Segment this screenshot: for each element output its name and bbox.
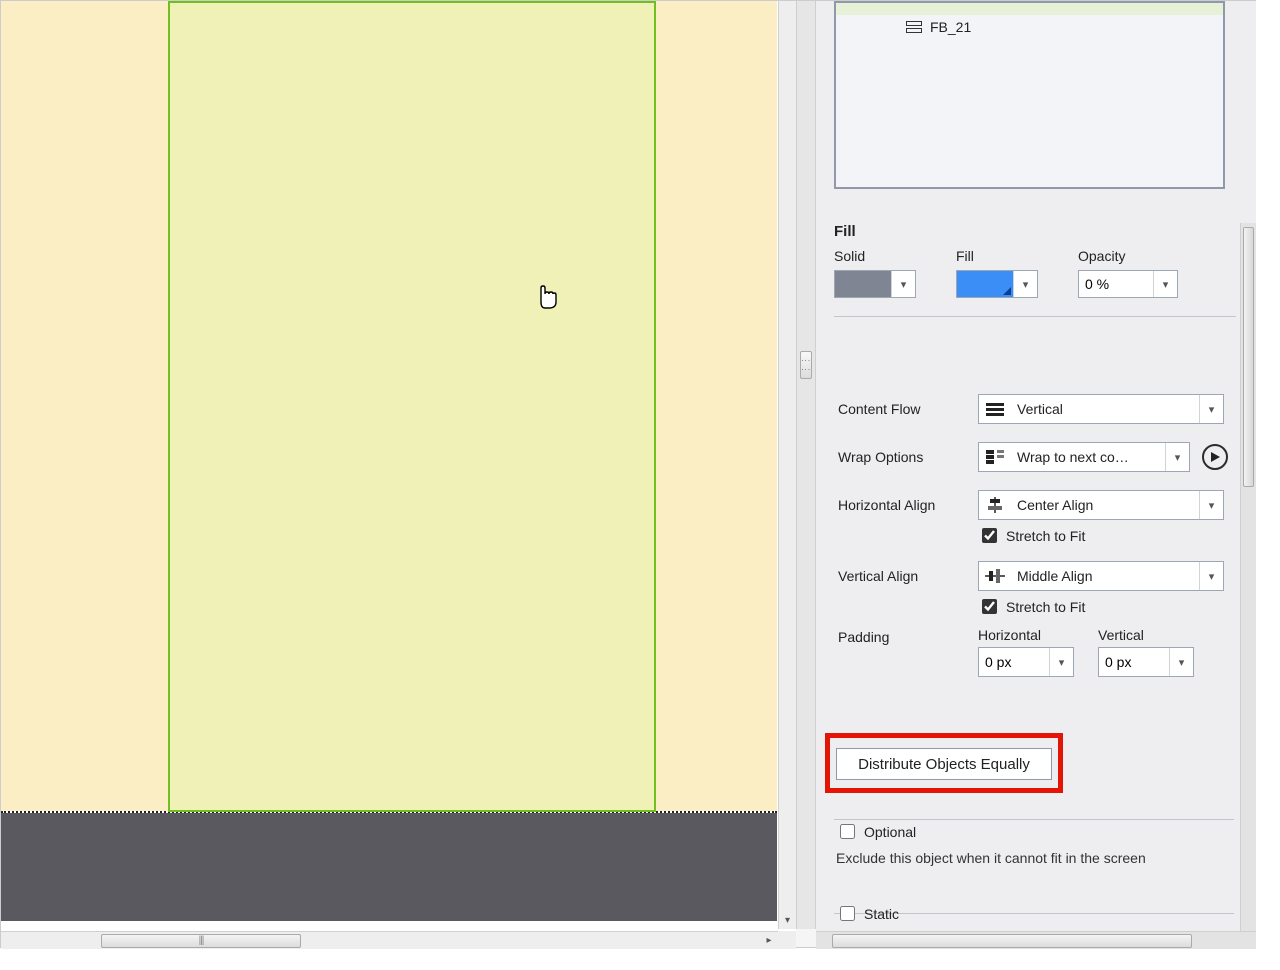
tree-item-fb21[interactable]: FB_21: [906, 19, 971, 35]
horizontal-align-dropdown[interactable]: Center Align: [978, 490, 1224, 520]
vertical-align-dropdown[interactable]: Middle Align: [978, 561, 1224, 591]
tree-item-label: FB_21: [930, 19, 971, 35]
canvas-area: ▾ ▸: [1, 1, 796, 949]
wrap-play-button[interactable]: [1202, 444, 1228, 470]
valign-stretch-checkbox[interactable]: Stretch to Fit: [978, 596, 1234, 617]
scroll-thumb[interactable]: [1243, 227, 1254, 487]
fill-section-title: Fill: [834, 223, 1236, 240]
solid-style-dropdown[interactable]: [834, 270, 916, 298]
valign-stretch-input[interactable]: [982, 599, 997, 614]
fill-swatch: [957, 271, 1013, 297]
opacity-value: 0 %: [1079, 276, 1153, 292]
fill-label: Fill: [956, 248, 1038, 264]
canvas-horizontal-scrollbar[interactable]: ▸: [1, 931, 778, 949]
canvas-overflow-area: [1, 813, 777, 921]
padding-vertical-value: 0 px: [1099, 654, 1169, 670]
solid-swatch: [835, 271, 891, 297]
scroll-thumb[interactable]: [101, 934, 301, 948]
distribute-objects-label: Distribute Objects Equally: [858, 756, 1030, 773]
padding-horizontal-value: 0 px: [979, 654, 1049, 670]
vertical-align-label: Vertical Align: [838, 568, 970, 584]
wrap-options-value: Wrap to next co…: [1011, 449, 1165, 465]
chevron-down-icon: [1049, 648, 1073, 676]
padding-horizontal-input[interactable]: 0 px: [978, 647, 1074, 677]
opacity-dropdown[interactable]: 0 %: [1078, 270, 1178, 298]
tree-row-selected[interactable]: [836, 3, 1223, 15]
panel-splitter[interactable]: ⋮⋮: [796, 1, 816, 929]
padding-label: Padding: [838, 623, 970, 645]
padding-horizontal-label: Horizontal: [978, 627, 1074, 643]
fill-color-dropdown[interactable]: [956, 270, 1038, 298]
splitter-grip-icon[interactable]: ⋮⋮: [800, 351, 812, 379]
horizontal-align-value: Center Align: [1011, 497, 1199, 513]
scroll-thumb[interactable]: [832, 934, 1192, 948]
static-checkbox[interactable]: Static: [836, 903, 1234, 924]
opacity-label: Opacity: [1078, 248, 1178, 264]
chevron-down-icon: [1199, 562, 1223, 590]
padding-vertical-label: Vertical: [1098, 627, 1194, 643]
flexbox-icon: [906, 21, 922, 33]
chevron-down-icon: [1153, 271, 1177, 297]
center-align-icon: [979, 497, 1011, 513]
horizontal-align-label: Horizontal Align: [838, 497, 970, 513]
distribute-objects-button[interactable]: Distribute Objects Equally: [836, 748, 1052, 780]
vertical-align-value: Middle Align: [1011, 568, 1199, 584]
chevron-down-icon: [1013, 271, 1037, 297]
optional-label: Optional: [864, 824, 916, 840]
chevron-down-icon: [1169, 648, 1193, 676]
selected-flexbox-object[interactable]: [168, 1, 656, 812]
chevron-down-icon: [891, 271, 915, 297]
middle-align-icon: [979, 568, 1011, 584]
properties-panel: FB_21 Fill Solid Fill: [816, 1, 1256, 949]
section-divider: [834, 316, 1236, 317]
static-label: Static: [864, 906, 899, 922]
content-flow-value: Vertical: [1011, 401, 1199, 417]
optional-input[interactable]: [840, 824, 855, 839]
content-flow-dropdown[interactable]: Vertical: [978, 394, 1224, 424]
optional-hint: Exclude this object when it cannot fit i…: [836, 850, 1234, 866]
design-canvas[interactable]: [1, 1, 778, 931]
valign-stretch-label: Stretch to Fit: [1006, 599, 1085, 615]
properties-vertical-scrollbar[interactable]: [1240, 223, 1256, 931]
scroll-right-button[interactable]: ▸: [760, 932, 778, 949]
content-flow-label: Content Flow: [838, 401, 970, 417]
chevron-down-icon: [1199, 395, 1223, 423]
padding-vertical-input[interactable]: 0 px: [1098, 647, 1194, 677]
section-divider: [834, 819, 1234, 820]
wrap-icon: [979, 450, 1011, 464]
static-input[interactable]: [840, 906, 855, 921]
vertical-flow-icon: [979, 402, 1011, 416]
scroll-corner: [778, 931, 796, 949]
properties-horizontal-scrollbar[interactable]: [816, 931, 1256, 949]
halign-stretch-input[interactable]: [982, 528, 997, 543]
chevron-down-icon: [1165, 443, 1189, 471]
halign-stretch-label: Stretch to Fit: [1006, 528, 1085, 544]
optional-checkbox[interactable]: Optional: [836, 821, 1234, 842]
halign-stretch-checkbox[interactable]: Stretch to Fit: [978, 525, 1234, 546]
solid-label: Solid: [834, 248, 916, 264]
object-tree[interactable]: FB_21: [834, 1, 1225, 189]
chevron-down-icon: [1199, 491, 1223, 519]
canvas-vertical-scrollbar[interactable]: ▾: [778, 1, 796, 929]
scroll-down-button[interactable]: ▾: [779, 911, 796, 929]
wrap-options-label: Wrap Options: [838, 449, 970, 465]
wrap-options-dropdown[interactable]: Wrap to next co…: [978, 442, 1190, 472]
